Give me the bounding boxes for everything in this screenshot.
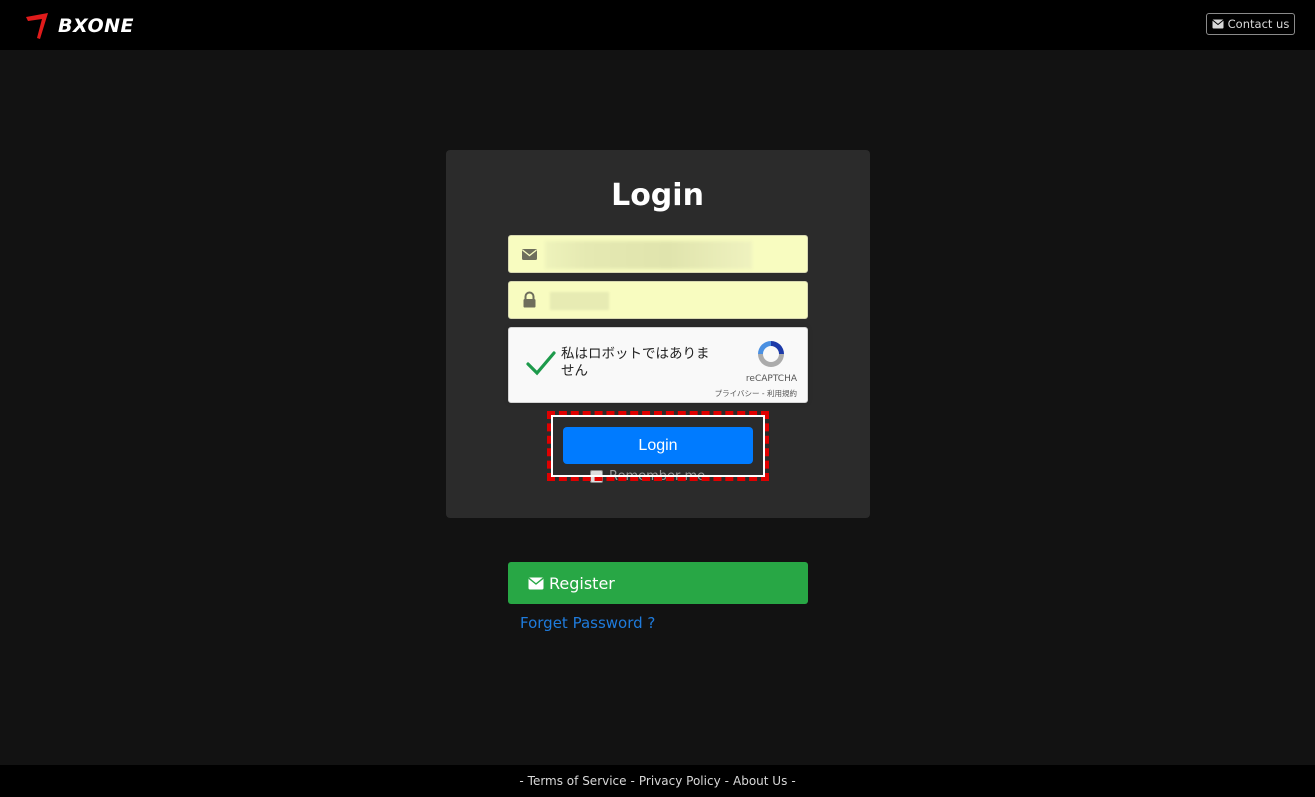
checkmark-icon[interactable]: [526, 350, 556, 376]
recaptcha-label: 私はロボットではありません: [561, 346, 710, 379]
footer-separator: -: [791, 774, 796, 788]
email-field[interactable]: [508, 235, 808, 274]
footer-link-about[interactable]: About Us: [733, 774, 787, 788]
footer-separator: -: [724, 774, 730, 788]
footer-separator: -: [519, 774, 524, 788]
top-navbar: BXONE Contact us: [0, 0, 1315, 50]
forgot-password-link[interactable]: Forget Password ?: [520, 614, 655, 632]
envelope-icon: [1211, 19, 1224, 29]
email-input[interactable]: [545, 236, 799, 274]
recaptcha-links[interactable]: プライバシー - 利用規約: [715, 388, 797, 399]
recaptcha-brand: reCAPTCHA: [745, 374, 797, 384]
brand-logo-mark-icon: [26, 13, 48, 39]
envelope-icon: [522, 249, 537, 260]
password-field[interactable]: [508, 281, 808, 320]
footer-separator: -: [630, 774, 635, 788]
contact-us-label: Contact us: [1227, 17, 1290, 31]
recaptcha-logo-icon: [758, 341, 784, 367]
login-button[interactable]: Login: [563, 427, 753, 464]
footer-link-privacy[interactable]: Privacy Policy: [639, 774, 721, 788]
lock-icon: [523, 291, 536, 308]
register-label: Register: [549, 573, 615, 593]
brand-name: BXONE: [58, 15, 134, 37]
login-title: Login: [611, 178, 704, 213]
footer-link-terms[interactable]: Terms of Service: [528, 774, 627, 788]
register-button[interactable]: Register: [508, 562, 808, 604]
contact-us-button[interactable]: Contact us: [1206, 13, 1295, 35]
footer: - Terms of Service - Privacy Policy - Ab…: [0, 765, 1315, 797]
brand-logo[interactable]: BXONE: [24, 11, 134, 41]
envelope-icon: [528, 577, 544, 589]
recaptcha-widget[interactable]: 私はロボットではありません reCAPTCHA プライバシー - 利用規約: [508, 327, 808, 403]
password-input[interactable]: [545, 282, 799, 320]
